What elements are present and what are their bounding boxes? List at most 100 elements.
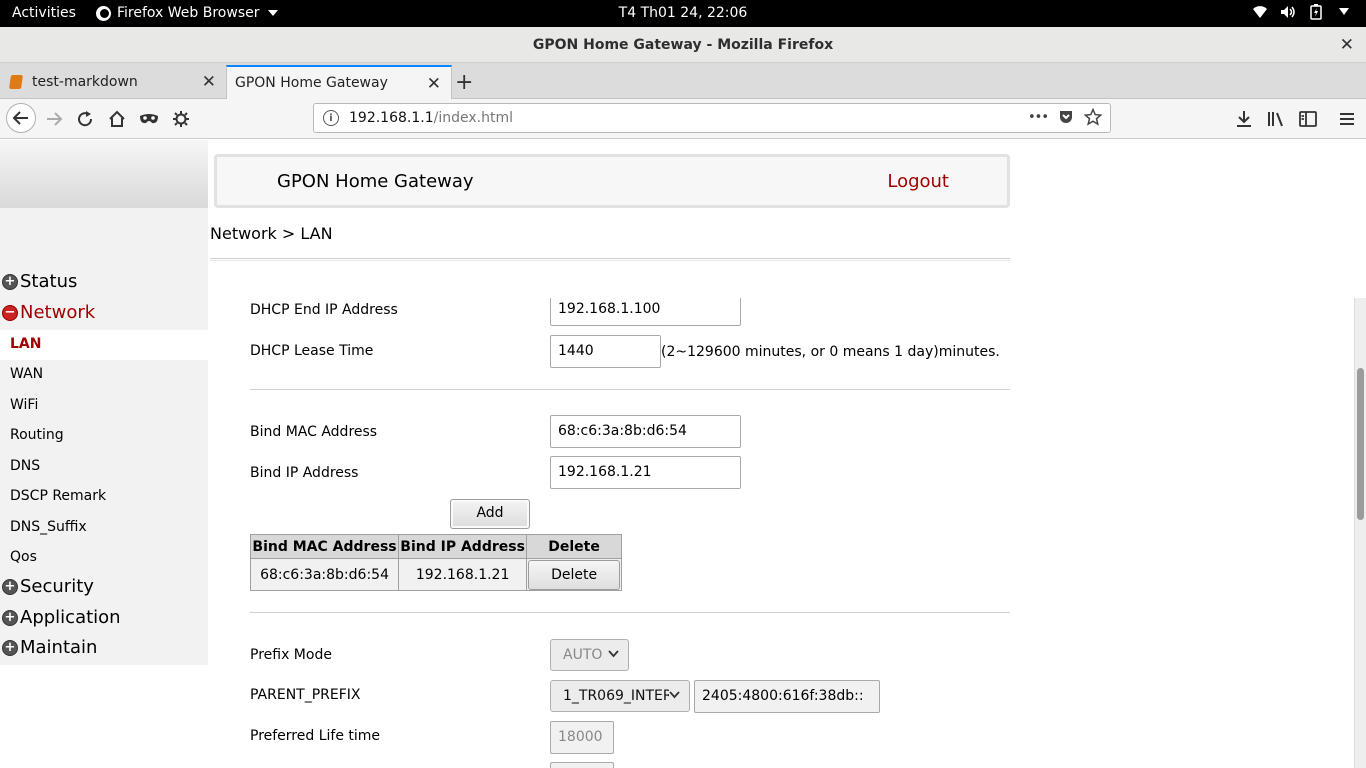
bind-ip-label: Bind IP Address xyxy=(250,465,359,481)
parent-prefix-select[interactable]: 1_TR069_INTER xyxy=(550,680,690,712)
system-tray[interactable] xyxy=(1252,4,1352,20)
home-icon xyxy=(109,110,125,127)
sidebar-logo-area xyxy=(0,140,208,208)
clock[interactable]: T4 Th01 24, 22:06 xyxy=(0,5,1366,21)
url-bar[interactable]: i 192.168.1.1 /index.html ••• xyxy=(313,103,1111,133)
prefix-mode-select[interactable]: AUTO xyxy=(550,639,629,671)
new-tab-button[interactable]: + xyxy=(455,70,473,95)
power-menu-icon xyxy=(1336,4,1352,20)
delete-cell: Delete xyxy=(526,558,622,591)
section-divider xyxy=(250,612,1010,613)
lease-time-hint: (2~129600 minutes, or 0 means 1 day)minu… xyxy=(661,344,1000,360)
pocket-icon[interactable] xyxy=(1058,109,1074,125)
library-button[interactable] xyxy=(1262,105,1290,133)
menu-group-network[interactable]: − Network xyxy=(0,302,95,323)
scrollbar-thumb[interactable] xyxy=(1357,368,1364,520)
forward-arrow-icon xyxy=(47,112,63,126)
logout-link[interactable]: Logout xyxy=(887,171,949,192)
table-row: 68:c6:3a:8b:d6:54 192.168.1.21 Delete xyxy=(249,558,622,591)
tab-gpon-home-gateway[interactable]: GPON Home Gateway ✕ xyxy=(226,65,452,99)
reload-icon xyxy=(78,111,93,127)
prefix-mode-value: AUTO xyxy=(563,647,603,663)
menu-group-security[interactable]: + Security xyxy=(0,576,94,597)
parent-prefix-input[interactable]: 2405:4800:616f:38db:: xyxy=(694,680,880,713)
dhcp-lease-time-label: DHCP Lease Time xyxy=(250,343,374,359)
settings-button[interactable] xyxy=(167,105,195,133)
expand-icon: + xyxy=(2,273,18,290)
window-title-bar: GPON Home Gateway - Mozilla Firefox ✕ xyxy=(0,27,1366,63)
page-actions-icon[interactable]: ••• xyxy=(1028,110,1049,125)
site-info-icon[interactable]: i xyxy=(323,110,339,126)
back-button[interactable] xyxy=(6,103,36,133)
tab-label: test-markdown xyxy=(32,74,138,90)
ip-cell: 192.168.1.21 xyxy=(398,558,528,591)
prefix-mode-label: Prefix Mode xyxy=(250,647,332,663)
bind-mac-input[interactable]: 68:c6:3a:8b:d6:54 xyxy=(550,415,741,448)
sidebar-icon xyxy=(1299,111,1317,127)
navigation-toolbar: i 192.168.1.1 /index.html ••• xyxy=(0,99,1366,139)
sidebar: + Status − Network LAN WAN WiFi Routing … xyxy=(0,140,208,665)
sidebar-item-dns-suffix[interactable]: DNS_Suffix xyxy=(0,513,208,543)
private-browsing-button[interactable] xyxy=(135,105,163,133)
menu-group-label: Application xyxy=(20,607,121,628)
sidebar-item-dns[interactable]: DNS xyxy=(0,452,208,482)
window-title: GPON Home Gateway - Mozilla Firefox xyxy=(532,37,834,53)
dhcp-end-ip-label: DHCP End IP Address xyxy=(250,302,398,318)
menu-group-application[interactable]: + Application xyxy=(0,607,121,628)
mac-cell: 68:c6:3a:8b:d6:54 xyxy=(249,558,400,591)
add-button[interactable]: Add xyxy=(450,499,530,529)
tab-label: GPON Home Gateway xyxy=(235,75,388,91)
table-header-row: Bind MAC Address Bind IP Address Delete xyxy=(249,534,622,559)
dhcp-lease-time-input[interactable]: 1440 xyxy=(550,335,661,368)
document-icon xyxy=(9,75,23,89)
delete-button[interactable]: Delete xyxy=(528,559,621,590)
chevron-down-icon xyxy=(669,681,680,711)
breadcrumb: Network > LAN xyxy=(210,224,333,243)
battery-icon xyxy=(1308,4,1324,20)
sidebar-toggle-button[interactable] xyxy=(1294,105,1322,133)
window-close-button[interactable]: ✕ xyxy=(1340,35,1354,55)
hamburger-menu-button[interactable] xyxy=(1333,105,1361,133)
lan-settings-form: DHCP End IP Address 192.168.1.100 DHCP L… xyxy=(210,298,1010,768)
sidebar-item-dscp-remark[interactable]: DSCP Remark xyxy=(0,482,208,512)
chevron-down-icon xyxy=(608,640,619,670)
dhcp-end-ip-input[interactable]: 192.168.1.100 xyxy=(550,298,741,326)
back-arrow-icon xyxy=(12,111,28,125)
next-field-partial[interactable] xyxy=(550,762,614,768)
bookmark-star-icon[interactable] xyxy=(1084,108,1102,126)
column-header-mac: Bind MAC Address xyxy=(249,534,400,559)
menu-group-maintain[interactable]: + Maintain xyxy=(0,637,97,658)
sidebar-item-qos[interactable]: Qos xyxy=(0,543,208,573)
sidebar-item-lan[interactable]: LAN xyxy=(0,330,208,360)
downloads-button[interactable] xyxy=(1230,105,1258,133)
section-divider xyxy=(250,389,1010,390)
tab-test-markdown[interactable]: test-markdown ✕ xyxy=(0,65,226,99)
home-button[interactable] xyxy=(103,105,131,133)
gateway-header: GPON Home Gateway Logout xyxy=(214,154,1010,208)
volume-icon xyxy=(1280,4,1296,20)
gear-icon xyxy=(173,111,189,127)
expand-icon: + xyxy=(2,639,18,656)
column-header-ip: Bind IP Address xyxy=(398,534,528,559)
reload-button[interactable] xyxy=(71,105,99,133)
forward-button[interactable] xyxy=(40,105,68,133)
preferred-lifetime-input[interactable]: 18000 xyxy=(550,721,614,754)
sidebar-item-wan[interactable]: WAN xyxy=(0,360,208,390)
menu-group-label: Security xyxy=(20,576,94,597)
menu-group-label: Maintain xyxy=(20,637,98,658)
page-viewport: + Status − Network LAN WAN WiFi Routing … xyxy=(0,140,1366,768)
bind-mac-label: Bind MAC Address xyxy=(250,424,378,440)
system-top-bar: Activities Firefox Web Browser T4 Th01 2… xyxy=(0,0,1366,27)
parent-prefix-label: PARENT_PREFIX xyxy=(250,687,361,703)
menu-group-status[interactable]: + Status xyxy=(0,271,77,292)
sidebar-item-routing[interactable]: Routing xyxy=(0,421,208,451)
tab-close-icon[interactable]: ✕ xyxy=(202,72,216,92)
menu-group-label: Status xyxy=(20,271,78,292)
parent-prefix-select-value: 1_TR069_INTER xyxy=(563,688,669,704)
sidebar-item-wifi[interactable]: WiFi xyxy=(0,391,208,421)
mask-icon xyxy=(140,114,158,124)
download-icon xyxy=(1237,111,1251,127)
bind-ip-input[interactable]: 192.168.1.21 xyxy=(550,456,741,489)
tab-close-icon[interactable]: ✕ xyxy=(427,74,441,94)
expand-icon: + xyxy=(2,609,18,626)
